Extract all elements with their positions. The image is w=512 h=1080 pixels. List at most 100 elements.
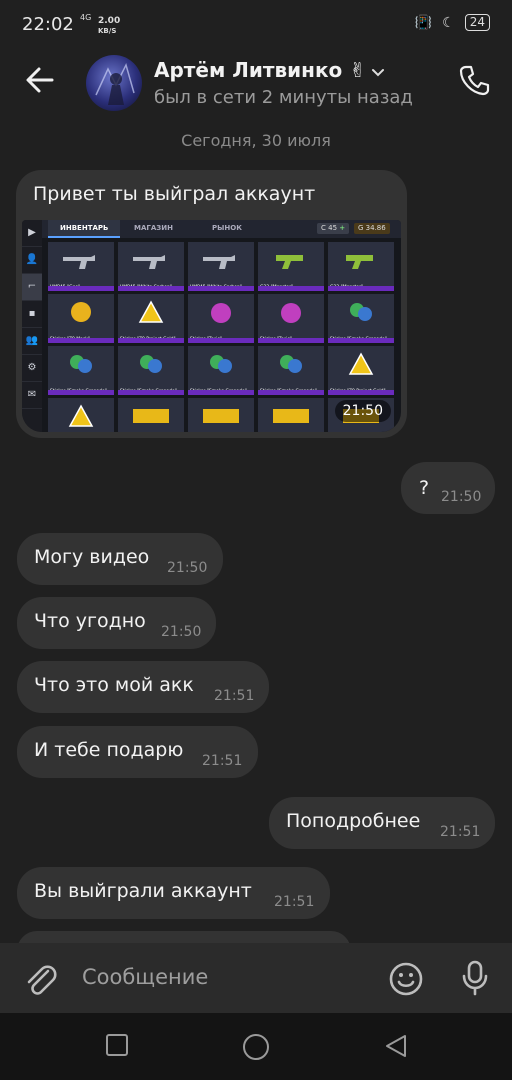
battery-indicator: 24 [464, 14, 490, 31]
game-item-label: Sticker "Smoke Grenade" [330, 337, 387, 342]
message-time: 21:51 [274, 894, 315, 910]
moon-icon: ☾ [442, 14, 455, 31]
chat-header: Артём Литвинко ✌ был в сети 2 минуты наз… [0, 52, 512, 116]
game-item-label: G22 "Monster" [260, 285, 293, 290]
game-item-label: Sticker "Z9 Project Gold" [330, 389, 386, 394]
last-seen-status: был в сети 2 минуты назад [154, 87, 413, 108]
message-text: Могу видео [34, 546, 150, 568]
game-tab-market: РЫНОК [212, 224, 242, 232]
status-bar: 22:02 4G 2.00 KB/S 📳 ☾ 24 [0, 0, 512, 52]
message-bubble-incoming[interactable]: Могу видео 21:50 [17, 533, 223, 585]
game-item-label: Sticker "Smoke Grenade" [50, 389, 107, 394]
game-item-label: G22 "Monster" [330, 285, 363, 290]
user-icon: 👤 [22, 247, 42, 274]
game-item-image [278, 352, 304, 380]
game-item-image [278, 300, 304, 328]
game-item-card: UMP45 "White Carbon" [118, 242, 184, 291]
game-item-card: Sticker "Biohazard" [118, 398, 184, 432]
message-bubble-incoming[interactable]: Что угодно 21:50 [17, 597, 216, 649]
game-item-image [131, 405, 171, 431]
game-item-label: Sticker "Z9 Project Gold" [120, 337, 176, 342]
game-item-card: G22 "Monster" [258, 242, 324, 291]
message-bubble-incoming[interactable]: И тебе подарю 21:51 [17, 726, 258, 778]
square-icon[interactable] [105, 1033, 129, 1057]
paperclip-icon[interactable] [20, 959, 60, 999]
game-item-label: Sticker "Toxic" [190, 337, 222, 342]
game-item-label: Sticker "Toxic" [260, 337, 292, 342]
game-item-label: UMP45 "White Carbon" [120, 285, 172, 290]
message-text: Привет ты выйграл аккаунт [33, 183, 316, 205]
microphone-icon[interactable] [460, 959, 490, 997]
game-balance-2-value: 34.86 [365, 224, 386, 232]
circle-icon[interactable] [242, 1033, 270, 1061]
friends-icon: 👥 [22, 328, 42, 355]
game-item-label: UMP45 "Geo" [50, 285, 81, 290]
game-tabs: ИНВЕНТАРЬ МАГАЗИН РЫНОК C 45 + G 34.86 [42, 220, 401, 238]
message-time: 21:50 [161, 624, 202, 640]
game-item-image [201, 249, 241, 275]
game-item-image [343, 249, 379, 275]
game-item-card: UMP45 "Geo" [48, 242, 114, 291]
game-item-image [138, 300, 164, 328]
avatar[interactable] [86, 55, 142, 111]
game-item-card: Sticker "Toxic" [258, 294, 324, 343]
game-item-image [348, 300, 374, 328]
gear-icon: ⚙ [22, 355, 42, 382]
game-item-label: UMP45 "White Carbon" [190, 285, 242, 290]
message-text: Поподробнее [286, 810, 421, 832]
game-item-card: Sticker "Biohazard" [188, 398, 254, 432]
network-speed-unit: KB/S [98, 27, 117, 35]
mail-icon: ✉ [22, 382, 42, 409]
game-item-card: Sticker "Smoke Grenade" [48, 346, 114, 395]
message-text: Что угодно [34, 610, 146, 632]
message-bubble-incoming[interactable]: Вы выйграли аккаунт 21:51 [17, 867, 330, 919]
phone-icon[interactable] [456, 62, 492, 98]
game-item-card: Sticker "Z9 Mask" [48, 294, 114, 343]
game-item-card: Sticker "Smoke Grenade" [258, 346, 324, 395]
message-text: Вы выйграли аккаунт [34, 880, 252, 902]
message-input[interactable]: Сообщение [82, 965, 208, 989]
smiley-icon[interactable] [388, 961, 424, 997]
game-balance-1: C 45 + [317, 223, 350, 234]
message-time: 21:51 [202, 753, 243, 769]
game-item-image [61, 249, 101, 275]
game-item-image [69, 300, 93, 328]
triangle-icon[interactable] [383, 1033, 409, 1059]
game-balance-2: G 34.86 [354, 223, 390, 234]
chevron-down-icon[interactable] [370, 64, 386, 80]
game-item-image [208, 300, 234, 328]
message-text: Что это мой акк [34, 674, 194, 696]
network-speed: 2.00 KB/S [98, 16, 120, 36]
arrow-left-icon[interactable] [22, 62, 58, 98]
game-item-card: Sticker "Z9 Project Gold" [118, 294, 184, 343]
game-item-card: Sticker "Z9 Project Gold" [328, 346, 394, 395]
game-screenshot-image[interactable]: ▶ 👤 ⌐ ▪ 👥 ⚙ ✉ ИНВЕНТАРЬ МАГАЗИН РЫНОК C … [22, 220, 401, 432]
message-composer: Сообщение [0, 943, 512, 1013]
game-item-label: Sticker "Smoke Grenade" [120, 389, 177, 394]
game-item-card: G22 "Monster" [328, 242, 394, 291]
contact-name[interactable]: Артём Литвинко ✌ [154, 58, 366, 82]
status-time: 22:02 [22, 14, 74, 35]
vibrate-icon: 📳 [414, 14, 433, 31]
message-time: 21:51 [214, 688, 255, 704]
message-bubble-outgoing[interactable]: ? 21:50 [401, 462, 495, 514]
message-bubble-incoming[interactable]: Что это мой акк 21:51 [17, 661, 269, 713]
game-tab-inventory: ИНВЕНТАРЬ [60, 224, 109, 232]
message-time: 21:50 [167, 560, 208, 576]
message-bubble-outgoing[interactable]: Поподробнее 21:51 [269, 797, 495, 849]
game-item-card: Sticker "Z9 Project Gold" [48, 398, 114, 432]
message-bubble-photo[interactable]: Привет ты выйграл аккаунт ▶ 👤 ⌐ ▪ 👥 ⚙ ✉ … [16, 170, 407, 438]
gun-icon: ⌐ [22, 274, 42, 301]
message-text: ? [419, 477, 430, 499]
message-time: 21:50 [334, 400, 391, 422]
message-time: 21:50 [441, 489, 482, 505]
system-navigation-bar [0, 1013, 512, 1080]
game-item-label: Sticker "Z9 Mask" [50, 337, 90, 342]
message-time: 21:51 [440, 824, 481, 840]
game-item-card: UMP45 "White Carbon" [188, 242, 254, 291]
game-item-card: Sticker "Toxic" [188, 294, 254, 343]
game-item-card: Sticker "Smoke Grenade" [328, 294, 394, 343]
game-tab-shop: МАГАЗИН [134, 224, 173, 232]
game-item-image [273, 249, 309, 275]
game-item-image [201, 405, 241, 431]
